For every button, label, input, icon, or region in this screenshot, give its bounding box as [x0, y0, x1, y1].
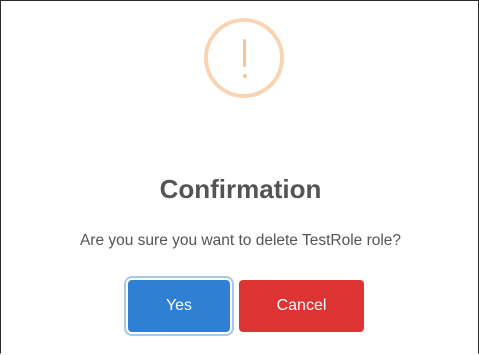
dialog-message: Are you sure you want to delete TestRole…	[79, 232, 402, 249]
exclamation-dot	[242, 74, 247, 78]
warning-exclamation-icon	[204, 18, 284, 98]
cancel-button[interactable]: Cancel	[239, 280, 364, 332]
confirmation-dialog: Confirmation Are you sure you want to de…	[1, 1, 479, 355]
exclamation-bar	[243, 39, 246, 67]
dialog-title: Confirmation	[159, 174, 322, 204]
yes-button[interactable]: Yes	[128, 280, 230, 332]
window-frame: Confirmation Are you sure you want to de…	[0, 0, 479, 354]
